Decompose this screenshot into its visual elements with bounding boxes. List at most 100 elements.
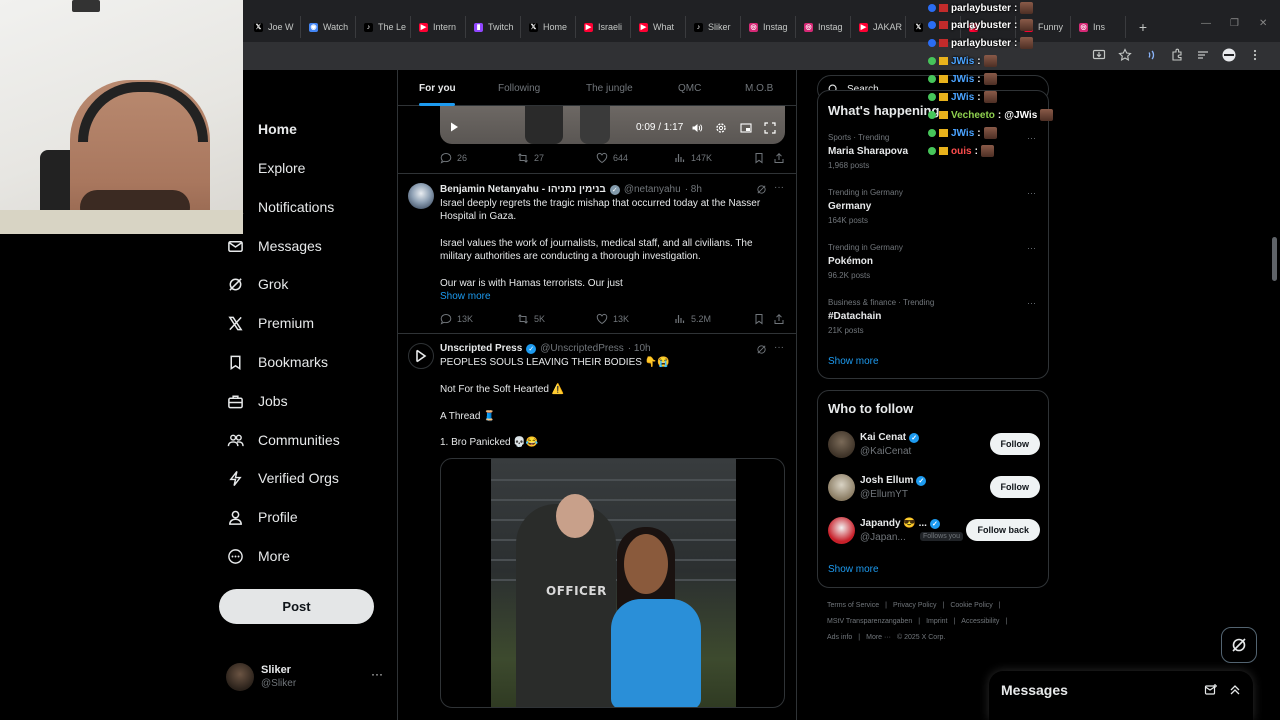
tweet-author-handle[interactable]: @netanyahu [624,184,681,195]
show-more-link[interactable]: Show more [440,291,491,302]
install-app-icon[interactable] [1092,48,1106,62]
nav-item-profile[interactable]: Profile [226,502,298,532]
video-player[interactable] [440,106,785,144]
nav-item-grok[interactable]: Grok [226,269,288,299]
tab-the-jungle[interactable]: The jungle [586,83,633,94]
follow-suggestion[interactable]: Japandy 😎 ... ✓ @Japan... Follows you Fol… [828,517,1040,547]
browser-tab[interactable]: ▶ Intern [411,16,466,38]
footer-link[interactable]: © 2025 X Corp. [897,634,945,641]
tweet-more-icon[interactable]: ··· [774,182,784,193]
fullscreen-icon[interactable] [764,122,776,134]
footer-link[interactable]: Privacy Policy [893,602,937,609]
nav-item-messages[interactable]: Messages [226,231,322,261]
nav-item-more[interactable]: More [226,541,290,571]
browser-tab[interactable]: ▶ What [631,16,686,38]
follow-suggestion[interactable]: Kai Cenat ✓ @KaiCenat Follow [828,431,1040,461]
like-button[interactable]: 13K [596,313,629,325]
avatar[interactable] [408,183,434,209]
browser-tab[interactable]: 𝕏 Joe W [246,16,301,38]
footer-link[interactable]: Imprint [926,618,947,625]
picture-in-picture-icon[interactable] [740,122,752,134]
browser-tab[interactable]: ◎ Instag [741,16,796,38]
nav-item-verified-orgs[interactable]: Verified Orgs [226,463,339,493]
footer-link[interactable]: Ads info [827,634,852,641]
browser-tab[interactable]: ▶ JAKAR [851,16,906,38]
follow-suggestion[interactable]: Josh Ellum ✓ @EllumYT Follow [828,474,1040,504]
messages-drawer[interactable]: Messages [989,671,1253,720]
trend-item[interactable]: Business & finance · Trending #Datachain… [828,298,1040,335]
bookmark-button[interactable] [753,313,765,325]
minimize-icon[interactable]: — [1201,18,1211,29]
bookmark-star-icon[interactable] [1118,48,1132,62]
browser-tab[interactable]: ▮ Twitch [466,16,521,38]
profile-avatar-icon[interactable] [1222,48,1236,62]
trend-more-icon[interactable]: ··· [1027,133,1036,143]
tweet-author-name[interactable]: Unscripted Press [440,343,522,354]
tweet-time[interactable]: · 10h [628,343,651,354]
new-message-icon[interactable] [1204,683,1218,697]
footer-link[interactable]: Accessibility [961,618,999,625]
reply-button[interactable]: 13K [440,313,473,325]
scrollbar-thumb[interactable] [1272,237,1277,281]
new-tab-button[interactable]: + [1135,16,1151,38]
account-more-icon[interactable]: ··· [371,667,383,681]
tweet-time[interactable]: · 8h [685,184,702,195]
nav-item-jobs[interactable]: Jobs [226,386,288,416]
play-icon[interactable] [448,121,460,133]
footer-link[interactable]: More ··· [866,634,891,641]
volume-icon[interactable] [691,122,703,134]
post-button[interactable]: Post [219,589,374,624]
expand-chevron-icon[interactable] [1228,683,1242,697]
nav-item-communities[interactable]: Communities [226,425,340,455]
views-button[interactable]: 5.2M [674,313,711,325]
repost-button[interactable]: 5K [517,313,545,325]
extensions-icon[interactable] [1170,48,1184,62]
tab-for-you[interactable]: For you [419,83,456,94]
tweet-media[interactable]: OFFICER [440,458,785,708]
share-button[interactable] [773,313,785,325]
tweet-author-name[interactable]: Benjamin Netanyahu - בנימין נתניהו [440,184,606,195]
follow-back-button[interactable]: Follow back [966,519,1040,541]
footer-link[interactable]: Cookie Policy [950,602,992,609]
bookmark-button[interactable] [753,152,765,164]
footer-link[interactable]: MStV Transparenzangaben [827,618,912,625]
share-button[interactable] [773,152,785,164]
show-more-link[interactable]: Show more [828,356,879,367]
tweet-author-handle[interactable]: @UnscriptedPress [540,343,624,354]
trend-item[interactable]: Trending in Germany Germany 164K posts ·… [828,188,1040,225]
tab-following[interactable]: Following [498,83,540,94]
footer-link[interactable]: Terms of Service [827,602,879,609]
trend-item[interactable]: Trending in Germany Pokémon 96.2K posts … [828,243,1040,280]
reading-list-icon[interactable] [1196,48,1210,62]
account-switcher[interactable]: Sliker @Sliker ··· [226,662,386,692]
repost-button[interactable]: 27 [517,152,544,164]
tab-qmc[interactable]: QMC [678,83,701,94]
browser-tab[interactable]: ▶ Israeli [576,16,631,38]
browser-tab[interactable]: ♪ Sliker [686,16,741,38]
grok-explain-icon[interactable] [756,184,767,195]
browser-tab[interactable]: ◉ Watch [301,16,356,38]
browser-tab[interactable]: ◎ Instag [796,16,851,38]
trend-more-icon[interactable]: ··· [1027,243,1036,253]
views-button[interactable]: 147K [674,152,712,164]
follow-button[interactable]: Follow [989,476,1040,498]
grok-floating-button[interactable] [1221,627,1257,663]
reply-button[interactable]: 26 [440,152,467,164]
like-button[interactable]: 644 [596,152,628,164]
page-scrollbar[interactable] [1271,72,1278,712]
browser-tab[interactable]: ♪ The Le [356,16,411,38]
browser-tab[interactable]: ◎ Ins [1071,16,1126,38]
follow-button[interactable]: Follow [989,433,1040,455]
grok-explain-icon[interactable] [756,344,767,355]
trend-more-icon[interactable]: ··· [1027,298,1036,308]
settings-icon[interactable] [715,122,727,134]
tweet-more-icon[interactable]: ··· [774,342,784,353]
trend-more-icon[interactable]: ··· [1027,188,1036,198]
browser-menu-icon[interactable] [1248,48,1262,62]
show-more-link[interactable]: Show more [828,564,879,575]
audio-playing-icon[interactable] [1144,48,1158,62]
browser-tab[interactable]: 𝕏 Home [521,16,576,38]
nav-item-bookmarks[interactable]: Bookmarks [226,347,328,377]
close-window-icon[interactable]: ✕ [1259,18,1267,29]
nav-item-premium[interactable]: Premium [226,308,314,338]
